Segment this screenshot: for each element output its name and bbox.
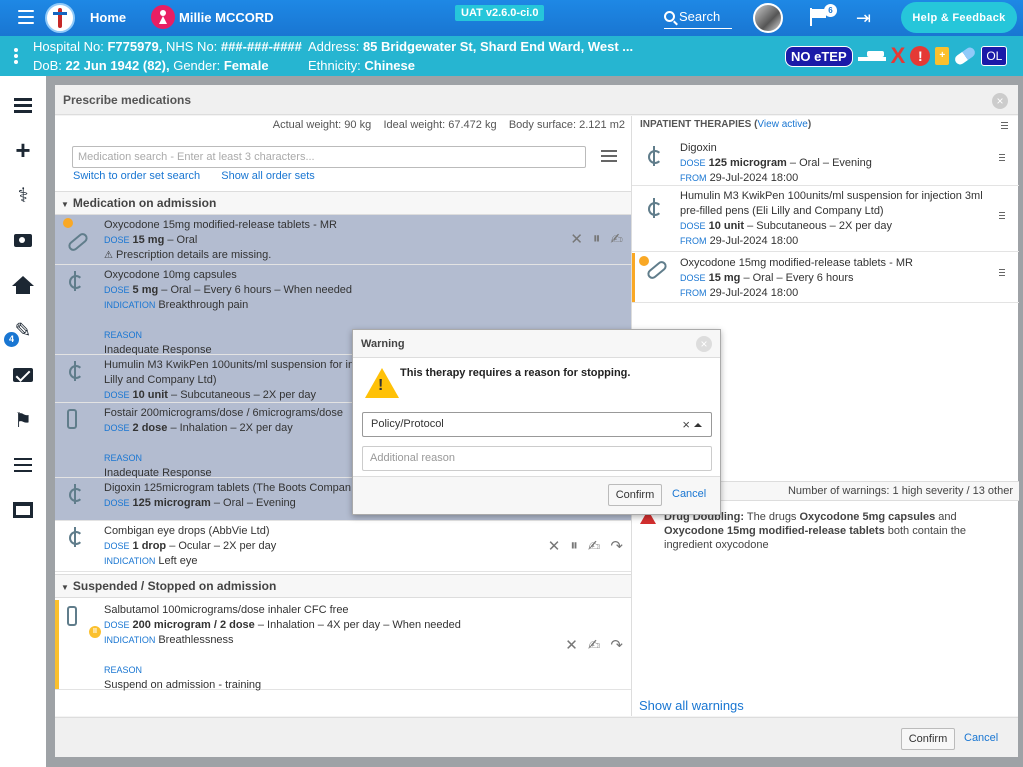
user-avatar[interactable] <box>753 3 783 33</box>
stop-icon[interactable]: ✕ <box>570 230 583 248</box>
show-all-warnings-link[interactable]: Show all warnings <box>639 698 744 713</box>
view-active-link[interactable]: View active <box>757 119 807 130</box>
flag-icon[interactable]: 6 <box>810 4 837 26</box>
inpatient-menu-icon[interactable] <box>1001 122 1008 129</box>
nav-discharge-icon[interactable]: ⚑ <box>0 400 46 440</box>
search-menu-icon[interactable] <box>601 150 617 165</box>
medication-row[interactable]: Combigan eye drops (AbbVie Ltd) DOSE 1 dr… <box>55 521 631 572</box>
logout-icon[interactable]: ⇥ <box>856 9 871 27</box>
banner-address: Address: 85 Bridgewater St, Shard End Wa… <box>308 39 634 54</box>
pause-badge-icon: II <box>89 626 101 638</box>
switch-order-set-link[interactable]: Switch to order set search <box>73 170 200 182</box>
search-label: Search <box>679 9 721 24</box>
top-bar: Home Millie MCCORD UAT v2.6.0-ci.0 Searc… <box>0 0 1023 36</box>
dialog-cancel-link[interactable]: Cancel <box>672 488 706 500</box>
modal-cancel-link[interactable]: Cancel <box>964 732 998 744</box>
nav-building-icon[interactable] <box>0 490 46 530</box>
red-cross-icon[interactable]: X <box>891 45 906 67</box>
dialog-message: This therapy requires a reason for stopp… <box>400 367 631 379</box>
row-menu-icon[interactable] <box>999 269 1005 278</box>
inhaler-icon <box>67 409 97 439</box>
continue-icon[interactable]: ↷ <box>610 636 623 654</box>
nav-list-icon[interactable] <box>0 85 46 125</box>
medication-icon <box>646 146 662 169</box>
stop-icon[interactable]: ✕ <box>565 636 578 654</box>
continue-icon[interactable]: ↷ <box>610 537 623 555</box>
row-menu-icon[interactable] <box>999 212 1005 221</box>
section-suspended-stopped[interactable]: ▼ Suspended / Stopped on admission <box>55 574 631 598</box>
additional-reason-input[interactable]: Additional reason <box>362 446 712 471</box>
environment-badge: UAT v2.6.0-ci.0 <box>455 5 545 21</box>
bed-icon[interactable] <box>857 48 886 64</box>
pill-icon <box>645 259 669 281</box>
left-navigation: + ⚕ ✎ 4 ⚑ <box>0 76 46 767</box>
patient-metrics: Actual weight: 90 kg Ideal weight: 67.47… <box>272 119 625 131</box>
nav-house-icon[interactable] <box>0 265 46 305</box>
ol-badge[interactable]: OL <box>981 46 1008 66</box>
prescribe-icon[interactable]: ✍ <box>588 636 601 654</box>
suspend-icon[interactable]: ⏸ <box>593 230 601 248</box>
medication-row[interactable]: Oxycodone 15mg modified-release tablets … <box>55 215 631 265</box>
medication-icon <box>67 484 97 514</box>
modal-confirm-button[interactable]: Confirm <box>901 728 955 750</box>
nav-edit-badge: 4 <box>4 332 19 347</box>
dropdown-caret-icon[interactable] <box>694 423 702 427</box>
nav-stethoscope-icon[interactable]: ⚕ <box>0 175 46 215</box>
dialog-close-icon[interactable]: × <box>696 336 712 352</box>
pill-icon <box>66 227 97 257</box>
patient-name[interactable]: Millie MCCORD <box>179 10 274 25</box>
female-patient-icon <box>151 5 175 29</box>
prescribe-icon[interactable]: ✍ <box>588 537 601 555</box>
stop-icon[interactable]: ✕ <box>548 537 561 555</box>
suspended-medication-row[interactable]: II Salbutamol 100micrograms/dose inhaler… <box>55 600 631 691</box>
clear-selection-icon[interactable]: × <box>682 413 690 436</box>
dialog-confirm-button[interactable]: Confirm <box>608 484 662 506</box>
nav-camera-icon[interactable] <box>0 220 46 260</box>
help-feedback-button[interactable]: Help & Feedback <box>901 2 1017 33</box>
inpatient-therapy-row[interactable]: Digoxin DOSE 125 microgram – Oral – Even… <box>632 138 1019 186</box>
banner-dob-line: DoB: 22 Jun 1942 (82), Gender: Female <box>33 58 269 73</box>
section-medication-on-admission[interactable]: ▼ Medication on admission <box>55 191 631 215</box>
home-link[interactable]: Home <box>90 10 126 25</box>
clipboard-icon[interactable]: + <box>935 47 950 65</box>
missing-details-note: Prescription details are missing. <box>116 249 272 261</box>
suspend-icon[interactable]: ⏸ <box>570 537 578 555</box>
dialog-title: Warning <box>353 330 720 358</box>
banner-ethnicity: Ethnicity: Chinese <box>308 58 415 73</box>
warning-dialog: Warning × ! This therapy requires a reas… <box>352 329 721 515</box>
app-logo[interactable] <box>45 3 75 33</box>
nav-edit-icon[interactable]: ✎ 4 <box>0 310 46 350</box>
hamburger-menu-icon[interactable] <box>18 10 34 24</box>
modal-close-icon[interactable]: × <box>992 93 1008 109</box>
show-order-sets-link[interactable]: Show all order sets <box>221 170 315 182</box>
nav-inbox-icon[interactable] <box>0 355 46 395</box>
patient-banner: Hospital No: F775979, NHS No: ###-###-##… <box>0 36 1023 76</box>
search-icon <box>664 11 675 22</box>
flag-count-badge: 6 <box>824 4 837 17</box>
medication-icon <box>67 271 97 301</box>
alert-icon[interactable]: ! <box>910 46 931 66</box>
prescribe-icon[interactable]: ✍ <box>610 230 623 248</box>
kebab-menu-icon[interactable] <box>14 48 18 66</box>
suspended-indicator <box>55 600 59 689</box>
banner-hospital-line: Hospital No: F775979, NHS No: ###-###-##… <box>33 39 302 54</box>
row-menu-icon[interactable] <box>999 154 1005 163</box>
inpatient-therapies-header: INPATIENT THERAPIES (View active) <box>640 119 812 130</box>
modal-footer: Confirm Cancel <box>55 717 1018 757</box>
search-button[interactable]: Search <box>664 5 732 29</box>
medication-icon <box>67 527 97 557</box>
no-etep-badge[interactable]: NO eTEP <box>785 45 853 67</box>
inpatient-therapy-row[interactable]: Humulin M3 KwikPen 100units/ml suspensio… <box>632 186 1019 252</box>
modal-title: Prescribe medications <box>55 85 1018 115</box>
medication-icon <box>67 361 97 391</box>
stop-reason-select[interactable]: Policy/Protocol × <box>362 412 712 437</box>
drug-doubling-warning[interactable]: Drug Doubling: The drugs Oxycodone 5mg c… <box>640 510 1010 554</box>
nav-add-icon[interactable]: + <box>0 130 46 170</box>
medication-search-input[interactable]: Medication search - Enter at least 3 cha… <box>72 146 586 168</box>
pill-icon[interactable] <box>953 45 978 67</box>
nav-checklist-icon[interactable] <box>0 445 46 485</box>
medication-icon <box>646 198 662 221</box>
stop-reason-value: Policy/Protocol <box>371 418 444 430</box>
inpatient-therapy-row[interactable]: Oxycodone 15mg modified-release tablets … <box>632 253 1019 303</box>
